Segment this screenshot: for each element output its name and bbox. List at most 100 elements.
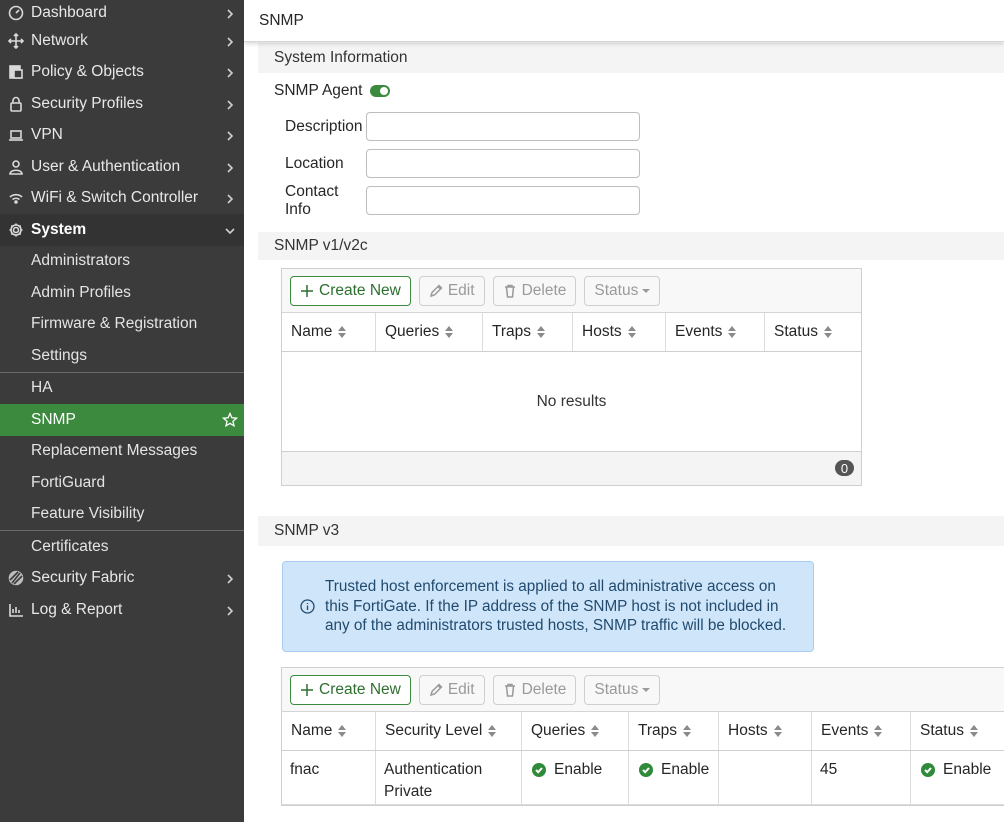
sidebar-item-admin-profiles[interactable]: Admin Profiles [0, 277, 244, 309]
sidebar-item-firmware[interactable]: Firmware & Registration [0, 309, 244, 341]
sidebar-item-fortiguard[interactable]: FortiGuard [0, 467, 244, 499]
table-row[interactable]: fnac Authentication Private Enable Enabl… [282, 751, 1004, 805]
location-input[interactable] [366, 149, 640, 178]
v1v2c-table-footer: 0 [282, 452, 861, 485]
content-area: System Information SNMP Agent Descriptio… [258, 43, 1004, 822]
sort-icon [823, 326, 832, 338]
col-status[interactable]: Status [765, 313, 861, 351]
chevron-right-icon [224, 161, 236, 173]
nav-user-authentication[interactable]: User & Authentication [0, 151, 244, 183]
v3-col-security-level[interactable]: Security Level [376, 712, 522, 750]
v3-edit-button[interactable]: Edit [418, 674, 485, 705]
no-results-message: No results [282, 352, 861, 452]
nav-dashboard-label: Dashboard [31, 3, 107, 21]
sort-icon [969, 725, 978, 737]
col-events[interactable]: Events [666, 313, 765, 351]
sidebar-item-snmp[interactable]: SNMP [0, 404, 244, 436]
nav-security-profiles[interactable]: Security Profiles [0, 88, 244, 120]
col-hosts-label: Hosts [582, 323, 622, 340]
lock-icon [5, 95, 27, 113]
wifi-icon [5, 189, 27, 207]
v3-col-traps-label: Traps [638, 722, 678, 739]
v1v2c-create-new-label: Create New [319, 281, 401, 299]
sidebar-item-certificates[interactable]: Certificates [0, 531, 244, 563]
nav-security-fabric[interactable]: Security Fabric [0, 563, 244, 595]
v3-delete-label: Delete [521, 680, 567, 698]
v3-delete-button[interactable]: Delete [492, 674, 577, 705]
sidebar-item-ha[interactable]: HA [0, 373, 244, 405]
main-panel: SNMP System Information SNMP Agent Descr… [244, 0, 1004, 822]
chevron-right-icon [224, 192, 236, 204]
nav-log-report[interactable]: Log & Report [0, 594, 244, 626]
network-icon [5, 32, 27, 50]
sort-icon [338, 326, 347, 338]
nav-log-report-label: Log & Report [31, 600, 123, 618]
cell-hosts [719, 751, 812, 804]
v3-table: Create New Edit Delete Status Name Secur… [281, 667, 1004, 806]
col-status-label: Status [774, 323, 818, 340]
nav-policy-label: Policy & Objects [31, 63, 144, 81]
gear-icon [5, 221, 27, 239]
chevron-right-icon [224, 7, 236, 19]
nav-policy-objects[interactable]: Policy & Objects [0, 57, 244, 89]
v1v2c-status-label: Status [594, 281, 639, 299]
v1v2c-edit-button[interactable]: Edit [418, 275, 485, 306]
col-traps-label: Traps [492, 323, 532, 340]
info-icon [300, 599, 315, 614]
section-snmp-v3: SNMP v3 [258, 516, 1004, 546]
sort-icon [338, 725, 347, 737]
section-system-information: System Information [258, 43, 1004, 73]
caret-down-icon [642, 288, 651, 293]
v3-status-label: Status [594, 680, 639, 698]
cell-queries-label: Enable [554, 761, 603, 778]
security-fabric-icon [5, 569, 27, 587]
log-report-icon [5, 601, 27, 619]
nav-network[interactable]: Network [0, 25, 244, 57]
v1v2c-create-new-button[interactable]: Create New [290, 275, 411, 306]
sort-icon [627, 326, 636, 338]
sort-icon [683, 725, 692, 737]
snmp-agent-toggle[interactable] [370, 84, 391, 97]
v1v2c-status-dropdown[interactable]: Status [584, 275, 661, 306]
sidebar-item-replacement-messages[interactable]: Replacement Messages [0, 436, 244, 468]
nav-wifi-switch[interactable]: WiFi & Switch Controller [0, 183, 244, 215]
nav-dashboard[interactable]: Dashboard [0, 0, 244, 25]
v3-create-new-button[interactable]: Create New [290, 674, 411, 705]
section-snmp-v1v2c: SNMP v1/v2c [258, 232, 1004, 260]
chevron-right-icon [224, 572, 236, 584]
chevron-right-icon [224, 129, 236, 141]
col-queries[interactable]: Queries [376, 313, 483, 351]
nav-network-label: Network [31, 31, 88, 49]
sidebar-item-administrators[interactable]: Administrators [0, 246, 244, 278]
v3-create-new-label: Create New [319, 680, 401, 698]
nav-system[interactable]: System [0, 214, 244, 246]
chevron-right-icon [224, 604, 236, 616]
sidebar-item-snmp-label: SNMP [31, 410, 76, 428]
nav-vpn[interactable]: VPN [0, 120, 244, 152]
v3-col-events[interactable]: Events [812, 712, 911, 750]
v1v2c-delete-button[interactable]: Delete [492, 275, 577, 306]
pencil-icon [429, 283, 443, 298]
cell-name: fnac [282, 751, 376, 804]
sidebar-item-settings[interactable]: Settings [0, 340, 244, 372]
col-traps[interactable]: Traps [483, 313, 573, 351]
v3-col-name[interactable]: Name [282, 712, 376, 750]
trash-icon [503, 683, 517, 697]
sidebar-item-feature-visibility[interactable]: Feature Visibility [0, 499, 244, 531]
v3-status-dropdown[interactable]: Status [584, 674, 661, 705]
description-input[interactable] [366, 112, 640, 141]
contact-info-input[interactable] [366, 186, 640, 215]
v3-col-traps[interactable]: Traps [629, 712, 719, 750]
col-hosts[interactable]: Hosts [573, 313, 666, 351]
sort-icon [537, 326, 546, 338]
col-name[interactable]: Name [282, 313, 376, 351]
snmp-agent-row: SNMP Agent [258, 73, 1004, 108]
v3-col-hosts[interactable]: Hosts [719, 712, 812, 750]
v3-col-queries[interactable]: Queries [522, 712, 629, 750]
nav-user-label: User & Authentication [31, 157, 181, 175]
v3-col-status[interactable]: Status [911, 712, 1004, 750]
v1v2c-toolbar: Create New Edit Delete Status [282, 269, 861, 313]
cell-queries: Enable [522, 751, 629, 804]
nav-system-label: System [31, 220, 87, 238]
star-icon[interactable] [221, 411, 239, 428]
